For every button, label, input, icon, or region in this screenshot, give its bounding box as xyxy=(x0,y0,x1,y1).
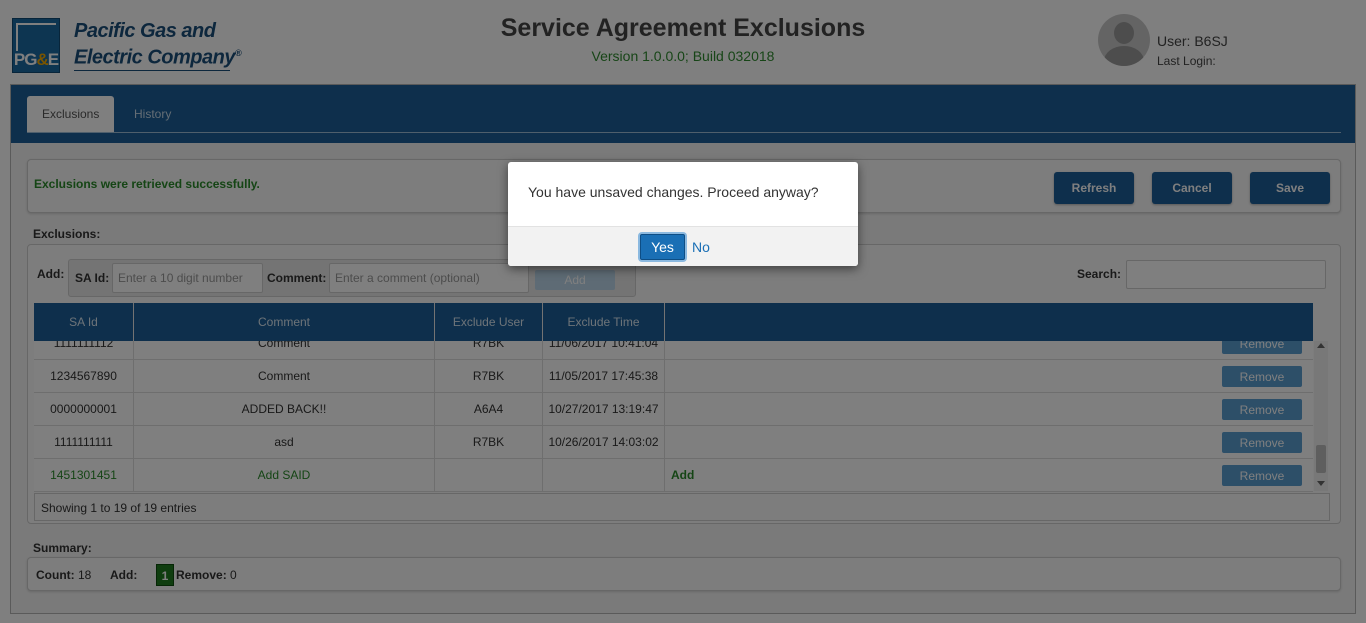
dialog-footer: Yes No xyxy=(508,226,858,266)
no-button[interactable]: No xyxy=(692,239,710,255)
yes-button[interactable]: Yes xyxy=(640,234,685,260)
confirm-dialog: You have unsaved changes. Proceed anyway… xyxy=(508,162,858,266)
modal-overlay xyxy=(0,0,1366,623)
dialog-message: You have unsaved changes. Proceed anyway… xyxy=(528,184,819,200)
